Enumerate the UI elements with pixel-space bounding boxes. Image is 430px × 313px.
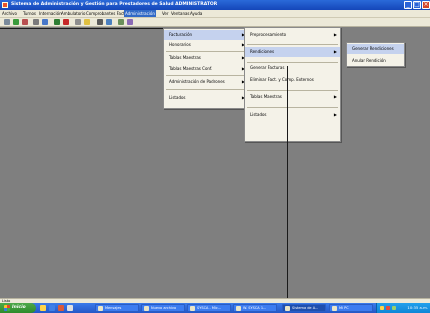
menu-item-eliminar-fact[interactable]: Eliminar Fact. y Comp. Externos (245, 75, 340, 85)
stop-icon[interactable] (63, 19, 69, 25)
app-icon (2, 2, 8, 8)
administracion-menu: Facturación▶ Honorarios▶ Tablas Maestras… (163, 28, 249, 109)
menu-item-listados[interactable]: Listados▶ (164, 93, 248, 103)
save-icon[interactable] (22, 19, 28, 25)
help-icon[interactable] (127, 19, 133, 25)
menu-item-listados-fact[interactable]: Listados ▶ (245, 110, 340, 120)
cut-icon[interactable] (75, 19, 81, 25)
menu-item-rendiciones[interactable]: Rendiciones ▶ (245, 47, 340, 57)
submenu-arrow-icon: ▶ (333, 32, 337, 37)
maximize-button[interactable]: □ (413, 1, 421, 9)
task-icon (98, 306, 103, 311)
menu-ver[interactable]: Ver (162, 11, 169, 16)
task-mensajes[interactable]: Mensajes (95, 304, 139, 312)
menu-administracion[interactable]: Administración (124, 10, 156, 17)
task-sysca-2[interactable]: W. SYSCA 1... (233, 304, 277, 312)
menu-separator (247, 44, 338, 45)
report-icon[interactable] (118, 19, 124, 25)
task-mi-pc[interactable]: Mi PC (329, 304, 373, 312)
system-tray: 10:35 a.m. (376, 303, 430, 313)
toolbar (0, 18, 430, 27)
menu-separator (166, 75, 246, 76)
menu-item-anular-rendicion[interactable]: Anular Rendición (347, 56, 404, 66)
back-icon[interactable] (54, 19, 60, 25)
task-icon (332, 306, 337, 311)
menu-separator (166, 51, 246, 52)
taskbar: Inicio Mensajes Nuevo archivo SYSCA - Mi… (0, 303, 430, 313)
quicklaunch-desktop-icon[interactable] (67, 305, 73, 311)
submenu-arrow-icon: ▶ (333, 49, 337, 54)
menu-item-generar-facturas[interactable]: Generar Facturas (245, 63, 340, 73)
minimize-button[interactable]: _ (404, 1, 412, 9)
guide-line (0, 28, 163, 29)
menu-ambulatorio[interactable]: Ambulatorio (61, 11, 86, 16)
print-icon[interactable] (33, 19, 39, 25)
tray-antivirus-icon[interactable] (386, 306, 390, 310)
menu-item-facturacion[interactable]: Facturación▶ (164, 30, 248, 40)
menu-item-tablas-maestras-conf[interactable]: Tablas Maestras Conf.▶ (164, 64, 248, 74)
start-button[interactable]: Inicio (0, 303, 36, 313)
task-sysca-1[interactable]: SYSCA - Mic... (187, 304, 231, 312)
title-bar: Sistema de Administración y Gestión para… (0, 0, 430, 10)
quicklaunch-ie-icon[interactable] (49, 305, 55, 311)
task-icon (285, 306, 290, 311)
new-icon[interactable] (4, 19, 10, 25)
menu-bar: Archivo Turnos Internación Ambulatorio C… (0, 10, 430, 18)
menu-ventanas[interactable]: Ventanas (171, 11, 190, 16)
menu-item-honorarios[interactable]: Honorarios▶ (164, 40, 248, 50)
close-button[interactable]: × (422, 1, 430, 9)
menu-item-preprocesamiento[interactable]: Preprocesamiento ▶ (245, 30, 340, 40)
menu-internacion[interactable]: Internación (39, 11, 62, 16)
menu-separator (247, 90, 338, 91)
menu-separator (166, 89, 246, 90)
facturacion-menu: Preprocesamiento ▶ Rendiciones ▶ Generar F… (244, 27, 341, 142)
menu-ayuda[interactable]: Ayuda (190, 11, 202, 16)
windows-flag-icon (4, 305, 10, 311)
tray-volume-icon[interactable] (392, 306, 396, 310)
pointer-line (287, 66, 288, 310)
menu-item-tablas-maestras-fact[interactable]: Tablas Maestras ▶ (245, 92, 340, 102)
menu-item-generar-rendiciones[interactable]: Generar Rendiciones (347, 44, 404, 54)
task-icon (144, 306, 149, 311)
calendar-icon[interactable] (97, 19, 103, 25)
users-icon[interactable] (106, 19, 112, 25)
task-icon (236, 306, 241, 311)
tray-network-icon[interactable] (380, 306, 384, 310)
quicklaunch-folder-icon[interactable] (40, 305, 46, 311)
preview-icon[interactable] (42, 19, 48, 25)
clock: 10:35 a.m. (407, 305, 428, 310)
task-icon (190, 306, 195, 311)
quicklaunch-media-icon[interactable] (58, 305, 64, 311)
menu-turnos[interactable]: Turnos (23, 11, 36, 16)
task-sistema[interactable]: Sistema de A... (282, 304, 326, 312)
submenu-arrow-icon: ▶ (333, 94, 337, 99)
menu-separator (247, 107, 338, 108)
window-title: Sistema de Administración y Gestión para… (11, 2, 218, 7)
menu-item-administracion-padrones[interactable]: Administración de Padrones▶ (164, 77, 248, 87)
menu-comprobantes[interactable]: Comprobantes Fact. (86, 11, 126, 16)
paste-icon[interactable] (84, 19, 90, 25)
submenu-arrow-icon: ▶ (333, 112, 337, 117)
menu-item-tablas-maestras[interactable]: Tablas Maestras▶ (164, 53, 248, 63)
open-icon[interactable] (13, 19, 19, 25)
task-nuevo-archivo[interactable]: Nuevo archivo (141, 304, 185, 312)
rendiciones-menu: Generar Rendiciones Anular Rendición (346, 42, 405, 67)
menu-archivo[interactable]: Archivo (2, 11, 17, 16)
